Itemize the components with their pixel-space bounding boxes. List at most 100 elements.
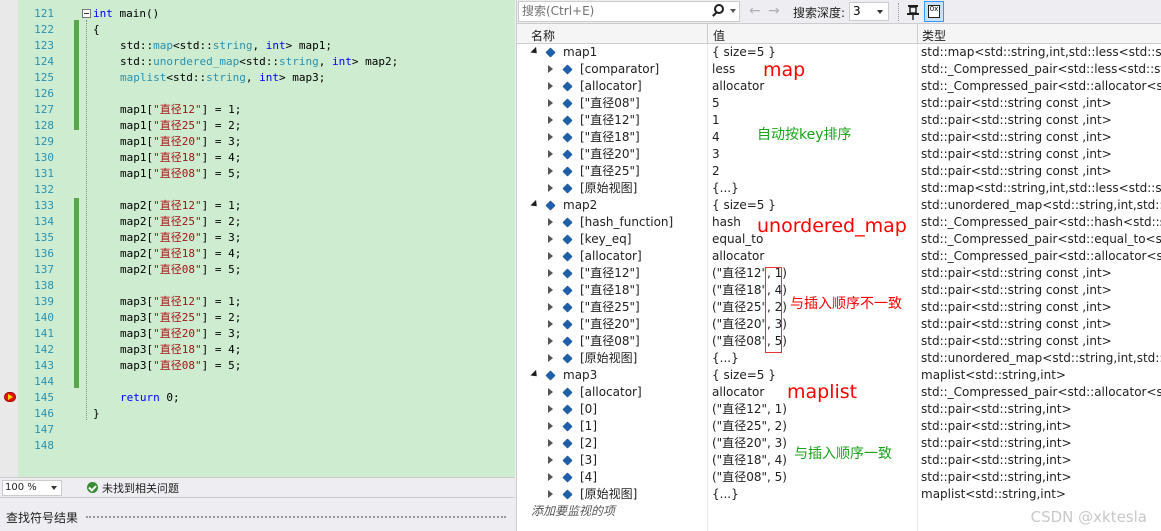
watch-child-row[interactable]: [allocator] allocator std::_Compressed_pai… [517, 248, 1161, 265]
watch-child-row[interactable]: [原始视图] {...} std::unordered_map<std::strin… [517, 350, 1161, 367]
code-line: map2["直径18"] = 4; [120, 246, 241, 262]
panel-title[interactable]: 查找符号结果 [6, 509, 78, 526]
expand-arrow-icon[interactable] [548, 235, 553, 243]
variable-value[interactable]: { size=5 } [707, 197, 917, 214]
watch-child-row[interactable]: ["直径25"] 2 std::pair<std::string const ,in… [517, 163, 1161, 180]
expand-arrow-icon[interactable] [548, 252, 553, 260]
variable-value[interactable]: 3 [707, 146, 917, 163]
expand-arrow-icon[interactable] [548, 286, 553, 294]
column-header-value[interactable]: 值 [713, 27, 725, 44]
line-number: 148 [34, 439, 54, 452]
variable-value[interactable]: ("直径12", 1) [707, 265, 917, 282]
expand-arrow-icon[interactable] [548, 320, 553, 328]
search-forward-button[interactable]: → [768, 4, 780, 18]
variable-value[interactable]: 2 [707, 163, 917, 180]
column-resizer[interactable] [917, 24, 918, 44]
collapse-arrow-icon[interactable] [530, 199, 540, 210]
variable-value[interactable]: { size=5 } [707, 44, 917, 61]
search-back-button[interactable]: ← [749, 4, 761, 18]
zoom-select[interactable]: 100 % [2, 480, 62, 496]
line-number: 123 [34, 39, 54, 52]
annotation-in-order: 与插入顺序一致 [794, 446, 892, 462]
watch-child-row[interactable]: [allocator] allocator std::_Compressed_pai… [517, 78, 1161, 95]
variable-type: std::pair<std::string,int> [921, 419, 1072, 433]
variable-value[interactable]: {...} [707, 486, 917, 503]
collapse-arrow-icon[interactable] [530, 369, 540, 380]
name-cell: ["直径18"] [517, 129, 707, 146]
expand-arrow-icon[interactable] [548, 388, 553, 396]
watch-child-row[interactable]: [原始视图] {...} maplist<std::string,int> [517, 486, 1161, 503]
watch-child-row[interactable]: [0] ("直径12", 1) std::pair<std::string,int> [517, 401, 1161, 418]
annotation-maplist: maplist [787, 381, 858, 403]
watch-child-row[interactable]: [1] ("直径25", 2) std::pair<std::string,int> [517, 418, 1161, 435]
expand-arrow-icon[interactable] [548, 422, 553, 430]
watch-child-row[interactable]: ["直径20"] ("直径20", 3) std::pair<std::string… [517, 316, 1161, 333]
expand-arrow-icon[interactable] [548, 133, 553, 141]
watch-child-row[interactable]: [原始视图] {...} std::map<std::string,int,std:… [517, 180, 1161, 197]
expand-arrow-icon[interactable] [548, 218, 553, 226]
code-editor[interactable]: 121 122 123 124 125 126 127 128 129 130 131 132 133 1… [0, 0, 515, 477]
variable-value[interactable]: allocator [707, 248, 917, 265]
panel-grip[interactable] [86, 516, 506, 518]
expand-arrow-icon[interactable] [548, 337, 553, 345]
expand-arrow-icon[interactable] [548, 167, 553, 175]
expand-arrow-icon[interactable] [548, 269, 553, 277]
collapse-arrow-icon[interactable] [530, 46, 540, 57]
name-cell: [comparator] [517, 61, 707, 78]
watch-variable-row[interactable]: map2 { size=5 } std::unordered_map<std::st… [517, 197, 1161, 214]
watch-child-row[interactable]: [comparator] less std::_Compressed_pair<st… [517, 61, 1161, 78]
variable-value[interactable]: ("直径08", 5) [707, 469, 917, 486]
watch-variable-row[interactable]: map1 { size=5 } std::map<std::string,int,s… [517, 44, 1161, 61]
code-token: "直径20" [153, 135, 202, 148]
breakpoint-gutter[interactable] [0, 0, 18, 477]
code-token: , [252, 39, 266, 52]
watch-child-row[interactable]: ["直径08"] 5 std::pair<std::string const ,in… [517, 95, 1161, 112]
search-icon[interactable] [714, 4, 724, 14]
expand-arrow-icon[interactable] [548, 150, 553, 158]
expand-arrow-icon[interactable] [548, 99, 553, 107]
search-input[interactable]: 搜索(Ctrl+E) [518, 1, 740, 22]
expand-arrow-icon[interactable] [548, 116, 553, 124]
variable-value[interactable]: 5 [707, 95, 917, 112]
expand-arrow-icon[interactable] [548, 439, 553, 447]
code-token: <std:: [166, 71, 207, 84]
variable-value[interactable]: ("直径25", 2) [707, 418, 917, 435]
variable-value[interactable]: ("直径20", 3) [707, 316, 917, 333]
expand-arrow-icon[interactable] [548, 354, 553, 362]
expand-arrow-icon[interactable] [548, 82, 553, 90]
collapse-icon[interactable] [82, 9, 91, 18]
expand-arrow-icon[interactable] [548, 473, 553, 481]
variable-value[interactable]: less [707, 61, 917, 78]
expand-arrow-icon[interactable] [548, 65, 553, 73]
column-header-name[interactable]: 名称 [531, 27, 555, 44]
hex-display-toggle[interactable]: 0x [924, 1, 944, 22]
object-icon [562, 455, 573, 466]
watch-child-row[interactable]: [4] ("直径08", 5) std::pair<std::string,int> [517, 469, 1161, 486]
code-token: ] = 1; [201, 103, 242, 116]
current-statement-icon[interactable] [4, 392, 16, 402]
chevron-down-icon[interactable] [730, 9, 736, 13]
issues-status[interactable]: 未找到相关问题 [102, 480, 179, 496]
variable-value[interactable]: {...} [707, 350, 917, 367]
expand-arrow-icon[interactable] [548, 303, 553, 311]
expand-arrow-icon[interactable] [548, 184, 553, 192]
column-header-type[interactable]: 类型 [922, 27, 946, 44]
watch-child-row[interactable]: ["直径08"] ("直径08", 5) std::pair<std::string… [517, 333, 1161, 350]
variable-value[interactable]: {...} [707, 180, 917, 197]
expand-arrow-icon[interactable] [548, 456, 553, 464]
code-token: map1[ [120, 151, 154, 164]
variable-name: ["直径08"] [580, 334, 640, 348]
variable-value[interactable]: allocator [707, 78, 917, 95]
watch-child-row[interactable]: ["直径20"] 3 std::pair<std::string const ,in… [517, 146, 1161, 163]
pin-icon[interactable] [905, 3, 921, 20]
expand-arrow-icon[interactable] [548, 405, 553, 413]
column-resizer[interactable] [707, 24, 708, 44]
code-token: map1[ [120, 103, 154, 116]
variable-value[interactable]: ("直径12", 1) [707, 401, 917, 418]
check-circle-icon [87, 482, 98, 493]
code-line: map3["直径18"] = 4; [120, 342, 241, 358]
search-depth-select[interactable]: 3 [849, 2, 889, 21]
variable-value[interactable]: ("直径08", 5) [707, 333, 917, 350]
watch-child-row[interactable]: ["直径12"] ("直径12", 1) std::pair<std::string… [517, 265, 1161, 282]
expand-arrow-icon[interactable] [548, 490, 553, 498]
